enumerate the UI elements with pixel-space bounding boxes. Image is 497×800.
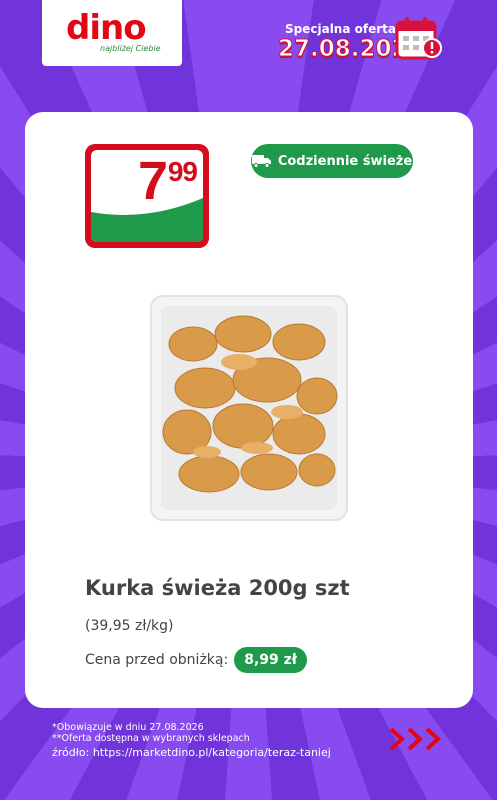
price-badge: 7 99 (85, 144, 209, 248)
price-before-row: Cena przed obniżką: 8,99 zł (85, 647, 307, 673)
source-link[interactable]: źródło: https://marketdino.pl/kategoria/… (52, 746, 331, 759)
price-cents: 99 (167, 156, 198, 187)
product-title: Kurka świeża 200g szt (85, 576, 350, 600)
footnote-availability: **Oferta dostępna w wybranych sklepach (52, 733, 250, 744)
triple-chevron-right-icon[interactable] (388, 726, 444, 752)
footnotes: *Obowiązuje w dniu 27.08.2026 **Oferta d… (52, 722, 250, 744)
product-image[interactable] (147, 292, 351, 524)
unit-price: (39,95 zł/kg) (85, 618, 174, 634)
footnote-valid-date: *Obowiązuje w dniu 27.08.2026 (52, 722, 204, 733)
calendar-alert-icon (395, 17, 442, 60)
logo-tagline: najbliżej Ciebie (100, 44, 161, 53)
dino-logo[interactable]: dino najbliżej Ciebie (42, 0, 182, 66)
logo-text: dino (66, 8, 147, 48)
price-main: 7 (137, 151, 168, 211)
fresh-badge: Codziennie świeże (251, 144, 413, 178)
price-inner: 7 99 (91, 150, 203, 242)
fresh-label: Codziennie świeże (277, 153, 413, 169)
header: dino najbliżej Ciebie Specjalna oferta 2… (0, 0, 497, 80)
truck-icon (251, 154, 272, 168)
price-before-label: Cena przed obniżką: (85, 652, 229, 668)
price-before-value: 8,99 zł (234, 647, 307, 673)
product-card[interactable]: 7 99 Codziennie świeże Kurka świeża 200g… (25, 112, 473, 708)
offer-label: Specjalna oferta (285, 22, 396, 36)
